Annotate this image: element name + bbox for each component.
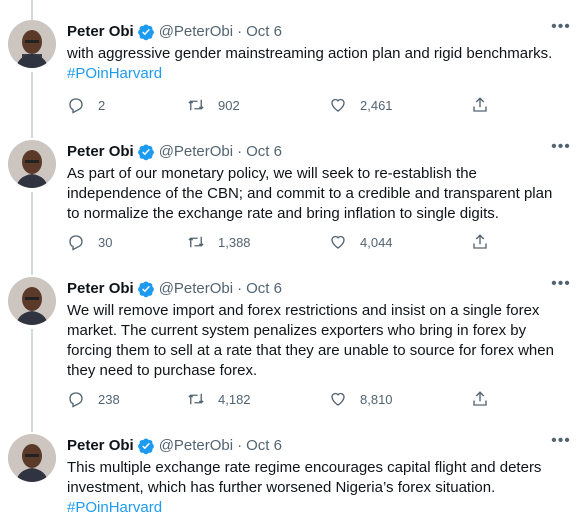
tweet-header: Peter Obi @PeterObi · Oct 6: [67, 22, 282, 42]
like-button[interactable]: 8,810: [329, 390, 393, 408]
tweet-text: As part of our monetary policy, we will …: [67, 164, 567, 224]
retweet-icon: [188, 99, 204, 111]
verified-badge-icon: [137, 24, 154, 41]
more-horizontal-icon[interactable]: •••: [549, 433, 573, 454]
more-horizontal-icon[interactable]: •••: [549, 276, 573, 297]
author-handle[interactable]: @PeterObi: [159, 279, 233, 299]
tweet-header: Peter Obi @PeterObi · Oct 6: [67, 279, 282, 299]
reply-count: 30: [98, 234, 113, 250]
author-name[interactable]: Peter Obi: [67, 279, 134, 299]
reply-button[interactable]: 238: [67, 390, 120, 408]
author-name[interactable]: Peter Obi: [67, 436, 134, 456]
share-icon: [473, 391, 487, 406]
retweet-count: 902: [218, 97, 240, 113]
heart-icon: [331, 98, 345, 112]
separator: ·: [237, 280, 243, 297]
share-button[interactable]: [471, 96, 489, 114]
tweet-actions: 238 4,182 8,810: [67, 390, 497, 410]
hashtag-link[interactable]: #POinHarvard: [67, 498, 567, 518]
more-horizontal-icon[interactable]: •••: [549, 19, 573, 40]
verified-badge-icon: [137, 281, 154, 298]
author-name[interactable]: Peter Obi: [67, 22, 134, 42]
tweet-header: Peter Obi @PeterObi · Oct 6: [67, 142, 282, 162]
heart-icon: [331, 392, 345, 406]
tweet-date[interactable]: Oct 6: [246, 142, 282, 162]
tweet-text: This multiple exchange rate regime encou…: [67, 458, 567, 518]
tweet-body: We will remove import and forex restrict…: [67, 302, 554, 379]
avatar[interactable]: [8, 277, 56, 325]
thread-connector: [31, 329, 33, 432]
separator: ·: [237, 143, 243, 160]
heart-icon: [331, 235, 345, 249]
tweet-header: Peter Obi @PeterObi · Oct 6: [67, 436, 282, 456]
tweet-body: with aggressive gender mainstreaming act…: [67, 45, 553, 62]
retweet-icon: [188, 236, 204, 248]
tweet-date[interactable]: Oct 6: [246, 436, 282, 456]
reply-button[interactable]: 2: [67, 96, 105, 114]
share-button[interactable]: [471, 390, 489, 408]
author-handle[interactable]: @PeterObi: [159, 436, 233, 456]
author-name[interactable]: Peter Obi: [67, 142, 134, 162]
separator: ·: [237, 437, 243, 454]
like-count: 8,810: [360, 391, 393, 407]
retweet-button[interactable]: 4,182: [187, 390, 251, 408]
tweet-actions: 2 902 2,461: [67, 96, 497, 116]
tweet-date[interactable]: Oct 6: [246, 279, 282, 299]
thread-connector: [31, 192, 33, 275]
tweet-actions: 30 1,388 4,044: [67, 233, 497, 253]
reply-count: 2: [98, 97, 106, 113]
like-count: 2,461: [360, 97, 393, 113]
tweet-date[interactable]: Oct 6: [246, 22, 282, 42]
avatar[interactable]: [8, 140, 56, 188]
retweet-count: 4,182: [218, 391, 251, 407]
retweet-icon: [188, 393, 204, 405]
separator: ·: [237, 23, 243, 40]
like-button[interactable]: 2,461: [329, 96, 393, 114]
share-button[interactable]: [471, 233, 489, 251]
verified-badge-icon: [137, 144, 154, 161]
tweet-body: This multiple exchange rate regime encou…: [67, 459, 542, 496]
verified-badge-icon: [137, 438, 154, 455]
thread-line-top: [31, 0, 33, 20]
tweet-text: We will remove import and forex restrict…: [67, 301, 567, 381]
share-icon: [473, 97, 487, 112]
retweet-count: 1,388: [218, 234, 251, 250]
thread-connector: [31, 72, 33, 138]
reply-icon: [69, 392, 83, 408]
author-handle[interactable]: @PeterObi: [159, 22, 233, 42]
retweet-button[interactable]: 1,388: [187, 233, 251, 251]
avatar[interactable]: [8, 434, 56, 482]
more-horizontal-icon[interactable]: •••: [549, 139, 573, 160]
reply-count: 238: [98, 391, 120, 407]
like-button[interactable]: 4,044: [329, 233, 393, 251]
reply-icon: [69, 235, 83, 251]
hashtag-link[interactable]: #POinHarvard: [67, 64, 567, 84]
tweet-body: As part of our monetary policy, we will …: [67, 165, 553, 222]
share-icon: [473, 234, 487, 249]
tweet-text: with aggressive gender mainstreaming act…: [67, 44, 567, 84]
avatar[interactable]: [8, 20, 56, 68]
like-count: 4,044: [360, 234, 393, 250]
retweet-button[interactable]: 902: [187, 96, 240, 114]
author-handle[interactable]: @PeterObi: [159, 142, 233, 162]
reply-icon: [69, 98, 83, 114]
reply-button[interactable]: 30: [67, 233, 112, 251]
